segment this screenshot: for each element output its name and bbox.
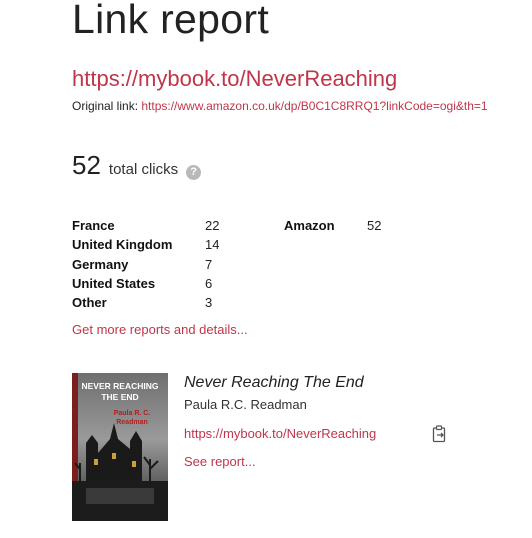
original-link-line: Original link: https://www.amazon.co.uk/… — [72, 99, 488, 113]
book-short-link[interactable]: https://mybook.to/NeverReaching — [184, 426, 376, 441]
country-row: Germany 7 — [72, 255, 245, 274]
country-stats: France 22 United Kingdom 14 Germany 7 Un… — [72, 216, 245, 312]
store-stats: Amazon 52 — [284, 216, 407, 235]
country-name: Other — [72, 295, 107, 311]
original-link-label: Original link: — [72, 99, 139, 113]
total-clicks: 52 total clicks ? — [72, 150, 202, 181]
book-title[interactable]: Never Reaching The End — [184, 374, 364, 392]
cover-author-line1: Paula R. C. — [114, 410, 151, 417]
country-count: 22 — [205, 218, 220, 234]
country-count: 6 — [205, 276, 213, 292]
country-name: United Kingdom — [72, 237, 173, 253]
book-info: Never Reaching The End Paula R.C. Readma… — [184, 374, 364, 412]
cover-title-line1: NEVER REACHING — [82, 381, 159, 391]
cover-title-line2: THE END — [101, 392, 138, 402]
country-count: 7 — [205, 256, 213, 272]
country-count: 3 — [205, 295, 213, 311]
short-link[interactable]: https://mybook.to/NeverReaching — [72, 66, 397, 92]
total-clicks-label: total clicks — [108, 161, 179, 178]
total-clicks-count: 52 — [72, 150, 101, 180]
book-cover[interactable]: NEVER REACHING THE END Paula R. C. Readm… — [72, 373, 168, 521]
store-count: 52 — [367, 218, 382, 234]
cover-author-line2: Readman — [116, 419, 148, 426]
clipboard-copy-icon[interactable] — [432, 425, 448, 443]
country-name: United States — [72, 276, 156, 292]
country-count: 14 — [205, 237, 220, 253]
question-circle-icon[interactable]: ? — [186, 165, 202, 180]
page-title: Link report — [72, 0, 270, 42]
book-author: Paula R.C. Readman — [184, 397, 307, 412]
more-reports-link[interactable]: Get more reports and details... — [72, 322, 248, 337]
country-row: United Kingdom 14 — [72, 235, 245, 254]
see-report-link[interactable]: See report... — [184, 454, 256, 469]
country-row: United States 6 — [72, 274, 245, 293]
country-row: France 22 — [72, 216, 245, 235]
country-name: Germany — [72, 256, 129, 272]
country-row: Other 3 — [72, 293, 245, 312]
country-name: France — [72, 218, 115, 234]
store-row: Amazon 52 — [284, 216, 407, 235]
original-link[interactable]: https://www.amazon.co.uk/dp/B0C1C8RRQ1?l… — [141, 99, 487, 113]
store-name: Amazon — [284, 218, 335, 234]
